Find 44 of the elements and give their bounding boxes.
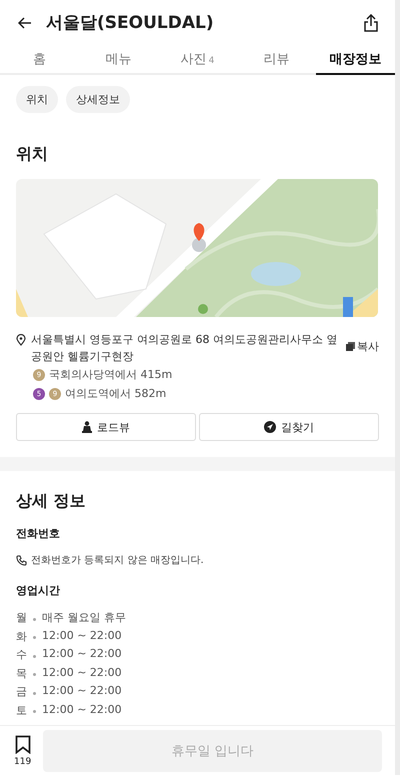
separator-dot — [33, 692, 36, 695]
phone-icon — [16, 554, 27, 566]
section-title: 상세 정보 — [16, 491, 87, 512]
field-label: 전화번호 — [16, 526, 61, 541]
separator-dot — [33, 636, 36, 640]
back-icon[interactable] — [18, 16, 32, 28]
hours-day: 목 — [16, 666, 27, 684]
location-pin-icon — [16, 334, 26, 346]
hours-day: 금 — [16, 684, 27, 702]
hours-time: 12:00 ~ 22:00 — [42, 647, 122, 662]
section-title: 위치 — [16, 144, 49, 165]
hours-time: 12:00 ~ 22:00 — [42, 702, 122, 718]
hours-time: 매주 월요일 휴무 — [42, 610, 126, 626]
address-text: 서울특별시 영등포구 여의공원로 68 여의도공원관리사무소 옆 공원안 헬륨기구현장 — [31, 332, 338, 365]
tab[interactable]: 메뉴 — [79, 45, 158, 75]
store-title: 서울달(SEOULDAL) — [46, 12, 215, 34]
hours-day: 토 — [16, 702, 27, 721]
phone-text: 전화번호가 등록되지 않은 매장입니다. — [31, 554, 204, 567]
map-action-button[interactable]: 로드뷰 — [16, 413, 196, 441]
direction-icon — [264, 421, 276, 433]
share-icon[interactable] — [363, 14, 379, 32]
separator-dot — [33, 673, 36, 676]
person-icon — [82, 421, 92, 433]
hours-day: 화 — [16, 628, 27, 647]
tab[interactable]: 사진 4 — [158, 45, 237, 75]
hours-time: 12:00 ~ 22:00 — [42, 666, 122, 680]
hours-time: 12:00 ~ 22:00 — [42, 628, 122, 644]
hours-day: 수 — [16, 647, 27, 666]
copy-icon — [346, 342, 355, 351]
hours-day: 월 — [16, 610, 27, 628]
station-distance: 국회의사당역에서 415m — [49, 367, 172, 382]
separator-dot — [33, 618, 36, 621]
section-chip[interactable]: 상세정보 — [66, 86, 130, 113]
copy-button[interactable]: 복사 — [346, 339, 379, 354]
separator-dot — [33, 710, 36, 714]
hours-time: 12:00 ~ 22:00 — [42, 684, 122, 699]
separator-dot — [33, 654, 36, 658]
bookmark-icon — [14, 734, 31, 754]
station-distance: 여의도역에서 582m — [65, 386, 166, 401]
section-chip[interactable]: 위치 — [16, 86, 58, 113]
tab[interactable]: 리뷰 — [237, 45, 316, 75]
tab[interactable]: 홈 — [0, 45, 79, 75]
field-label: 영업시간 — [16, 583, 61, 598]
map-action-button[interactable]: 길찾기 — [199, 413, 379, 441]
